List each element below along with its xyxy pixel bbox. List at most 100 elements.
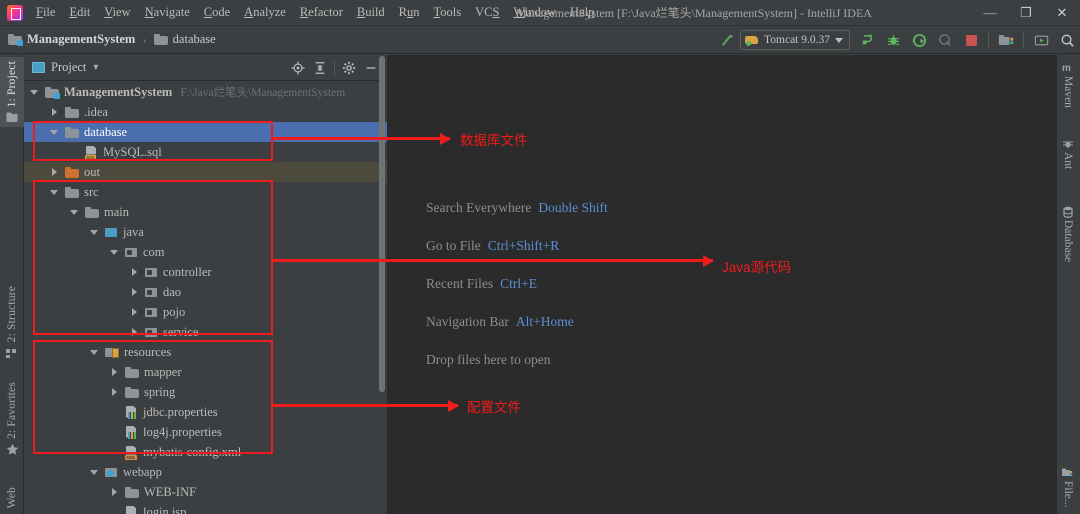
chevron-right-icon[interactable]: [130, 267, 141, 278]
tip-recent-files: Recent Files Ctrl+E: [426, 276, 608, 292]
chevron-right-icon[interactable]: [50, 167, 61, 178]
package-icon: [145, 326, 158, 338]
menu-build[interactable]: Build: [350, 2, 392, 23]
sidebar-item-project[interactable]: 1: Project: [0, 57, 24, 128]
tree-node-label: login.jsp: [143, 504, 187, 514]
menu-code[interactable]: Code: [197, 2, 237, 23]
stop-button[interactable]: [958, 27, 984, 53]
tree-node-pojo[interactable]: pojo: [24, 302, 387, 322]
breadcrumb-database[interactable]: database: [153, 32, 216, 47]
scroll-from-source-icon[interactable]: [288, 58, 308, 78]
sidebar-item-database[interactable]: Database: [1056, 205, 1080, 262]
chevron-right-icon[interactable]: [110, 387, 121, 398]
profiler-button[interactable]: [932, 27, 958, 53]
chevron-down-icon[interactable]: [90, 467, 101, 478]
tree-node-mapper[interactable]: mapper: [24, 362, 387, 382]
menu-tools[interactable]: Tools: [427, 2, 469, 23]
sidebar-item-maven[interactable]: m Maven: [1056, 61, 1080, 108]
tree-node-dao[interactable]: dao: [24, 282, 387, 302]
tree-node-service[interactable]: service: [24, 322, 387, 342]
chevron-down-icon[interactable]: [50, 127, 61, 138]
tree-node-resources[interactable]: resources: [24, 342, 387, 362]
chevron-right-icon[interactable]: [110, 487, 121, 498]
chevron-down-icon[interactable]: [90, 227, 101, 238]
chevron-right-icon[interactable]: [50, 107, 61, 118]
sidebar-item-ant[interactable]: Ant: [1056, 137, 1080, 169]
chevron-down-icon[interactable]: [90, 347, 101, 358]
sidebar-item-file-transfer[interactable]: File...: [1056, 466, 1080, 508]
menu-analyze[interactable]: Analyze: [237, 2, 293, 23]
tree-node-log4j-properties[interactable]: log4j.properties: [24, 422, 387, 442]
chevron-right-icon[interactable]: [130, 327, 141, 338]
menu-vcs[interactable]: VCS: [468, 2, 506, 23]
scrollbar-thumb[interactable]: [379, 56, 385, 392]
tree-node-login-jsp[interactable]: login.jsp: [24, 502, 387, 514]
tree-node--idea[interactable]: .idea: [24, 102, 387, 122]
project-view-chevron-down-icon[interactable]: ▾: [93, 62, 98, 73]
project-tree[interactable]: ManagementSystem F:\Java烂笔头\ManagementSys…: [24, 81, 387, 514]
menu-refactor[interactable]: Refactor: [293, 2, 350, 23]
tree-node-web-inf[interactable]: WEB-INF: [24, 482, 387, 502]
tree-node-label: mapper: [144, 364, 182, 379]
package-icon: [145, 266, 158, 278]
package-icon: [145, 286, 158, 298]
sidebar-item-web[interactable]: Web: [0, 483, 24, 512]
folder-icon: [65, 106, 79, 118]
tip-search-everywhere: Search Everywhere Double Shift: [426, 200, 608, 216]
project-tree-scrollbar[interactable]: [378, 56, 386, 514]
sidebar-item-structure[interactable]: 2: Structure: [0, 282, 24, 362]
chevron-down-icon: [835, 37, 843, 43]
tree-node-managementsystem[interactable]: ManagementSystem F:\Java烂笔头\ManagementSys…: [24, 82, 387, 102]
tree-node-controller[interactable]: controller: [24, 262, 387, 282]
sidebar-item-favorites[interactable]: 2: Favorites: [0, 378, 24, 459]
menu-edit[interactable]: Edit: [62, 2, 97, 23]
project-structure-button[interactable]: [993, 27, 1019, 53]
updates-button[interactable]: [1028, 27, 1054, 53]
tip-shortcut: Ctrl+E: [500, 276, 537, 291]
tree-node-java[interactable]: java: [24, 222, 387, 242]
toolbar-divider: [988, 32, 989, 48]
close-button[interactable]: ✕: [1044, 0, 1080, 26]
tree-node-spring[interactable]: spring: [24, 382, 387, 402]
chevron-down-icon[interactable]: [30, 87, 41, 98]
tree-node-main[interactable]: main: [24, 202, 387, 222]
maximize-button[interactable]: ❐: [1008, 0, 1044, 26]
package-icon: [145, 306, 158, 318]
module-icon: [45, 86, 60, 99]
menu-run[interactable]: Run: [392, 2, 427, 23]
chevron-right-icon[interactable]: [110, 367, 121, 378]
annotation-arrow-config-files: [428, 399, 459, 412]
build-hammer-icon[interactable]: [714, 27, 740, 53]
chevron-right-icon[interactable]: [130, 307, 141, 318]
tip-shortcut: Ctrl+Shift+R: [487, 238, 560, 253]
run-with-coverage-button[interactable]: [906, 27, 932, 53]
run-configuration-selector[interactable]: Tomcat 9.0.37: [740, 30, 850, 50]
chevron-down-icon[interactable]: [110, 247, 121, 258]
sidebar-item-structure-label: 2: Structure: [6, 285, 18, 342]
run-button[interactable]: [854, 27, 880, 53]
collapse-all-icon[interactable]: [310, 58, 330, 78]
tree-node-mybatis-config-xml[interactable]: mybatis-config.xml: [24, 442, 387, 462]
menu-view[interactable]: View: [97, 2, 137, 23]
minimize-button[interactable]: —: [972, 0, 1008, 26]
tree-node-out[interactable]: out: [24, 162, 387, 182]
tree-node-src[interactable]: src: [24, 182, 387, 202]
chevron-down-icon[interactable]: [70, 207, 81, 218]
module-icon: [8, 34, 23, 46]
breadcrumb-project[interactable]: ManagementSystem: [8, 32, 135, 47]
tree-node-label: .idea: [84, 104, 108, 119]
debug-button[interactable]: [880, 27, 906, 53]
tree-node-label: com: [143, 244, 165, 259]
tree-node-mysql-sql[interactable]: MySQL.sql: [24, 142, 387, 162]
menu-file-rest: ile: [42, 5, 56, 19]
chevron-right-icon[interactable]: [130, 287, 141, 298]
breadcrumb: ManagementSystem › database: [0, 32, 216, 48]
chevron-down-icon[interactable]: [50, 187, 61, 198]
tree-node-webapp[interactable]: webapp: [24, 462, 387, 482]
menu-file[interactable]: File: [29, 2, 62, 23]
search-everywhere-button[interactable]: [1054, 27, 1080, 53]
settings-gear-icon[interactable]: [339, 58, 359, 78]
menu-navigate[interactable]: Navigate: [138, 2, 197, 23]
